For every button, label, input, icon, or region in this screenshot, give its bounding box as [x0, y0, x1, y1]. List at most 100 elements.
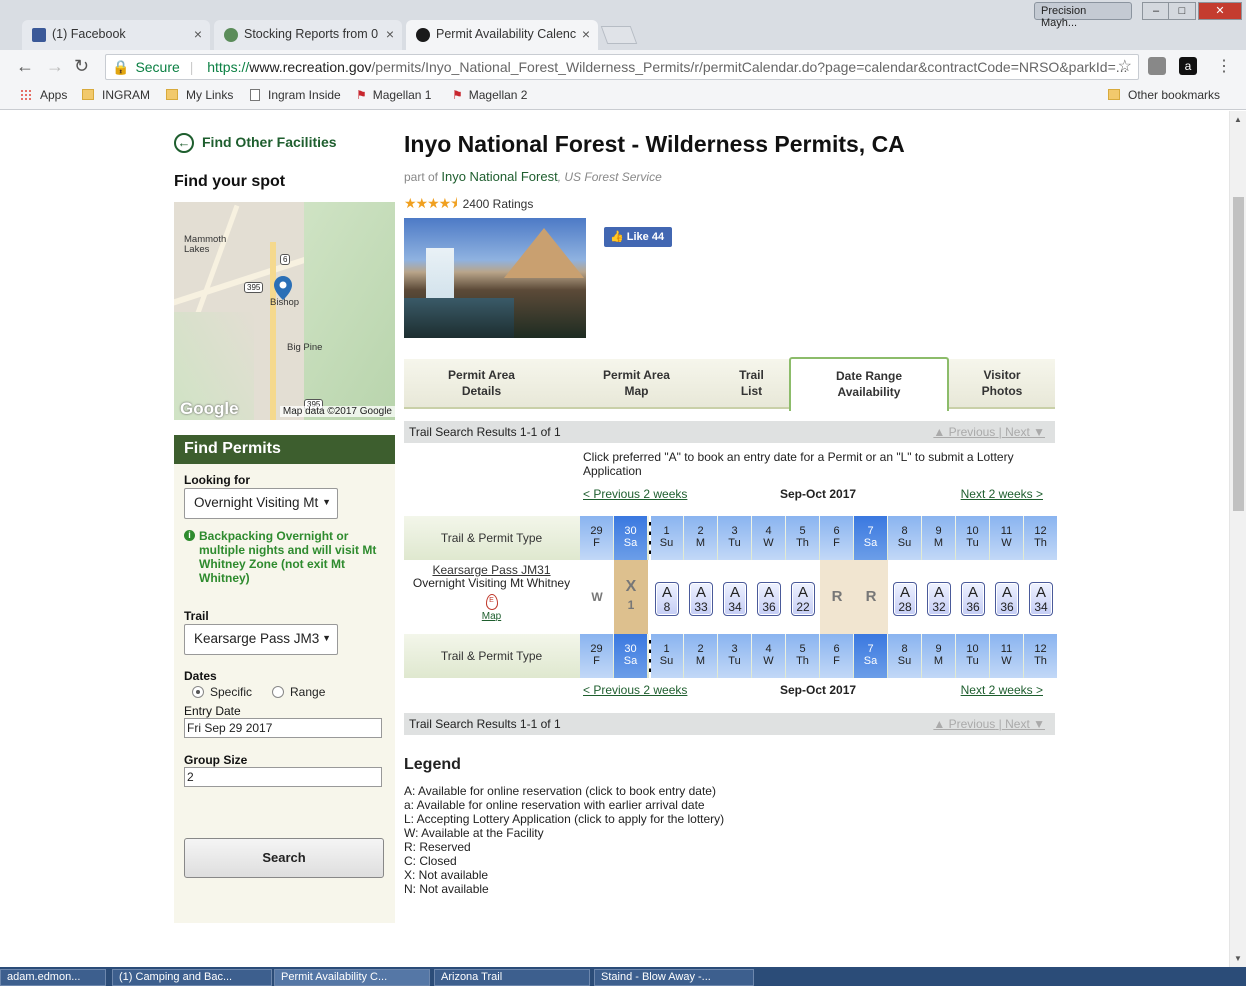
scroll-up-icon[interactable]: ▲ [1234, 115, 1242, 124]
availability-code: W [591, 590, 603, 604]
reload-icon[interactable]: ↻ [74, 56, 89, 77]
book-entry-button[interactable]: A 22 [791, 582, 815, 616]
new-tab-button[interactable] [600, 26, 638, 44]
group-size-label: Group Size [184, 753, 248, 767]
previous-2-weeks-link[interactable]: < Previous 2 weeks [583, 487, 687, 501]
next-2-weeks-link[interactable]: Next 2 weeks > [961, 487, 1043, 501]
trail-map-link[interactable]: Map [404, 610, 579, 623]
url-input[interactable]: 🔒 Secure | https://www.recreation.gov/per… [105, 54, 1139, 80]
date-header-cell: 29 F [580, 634, 613, 678]
next-link[interactable]: Next ▼ [1005, 717, 1045, 731]
book-entry-button[interactable]: A 36 [995, 582, 1019, 616]
window-close-button[interactable]: ✕ [1198, 2, 1242, 20]
find-spot-heading: Find your spot [174, 173, 286, 190]
map-label-big-pine: Big Pine [287, 342, 323, 353]
tab-permit-area-details[interactable]: Permit Area Details [404, 359, 559, 409]
amazon-icon[interactable]: a [1179, 57, 1197, 75]
maximize-button[interactable]: □ [1168, 2, 1196, 20]
magellan-icon: ⚑ [452, 88, 463, 102]
book-entry-button[interactable]: A 36 [757, 582, 781, 616]
date-header-cell: 3 Tu [718, 634, 751, 678]
tab-facebook[interactable]: (1) Facebook × [22, 20, 210, 50]
group-size-input[interactable]: 2 [184, 767, 382, 787]
date-header-cell: 7 Sa [854, 516, 887, 560]
tab-visitor-photos[interactable]: Visitor Photos [949, 359, 1055, 409]
tab-trail-list[interactable]: Trail List [714, 359, 789, 409]
trail-name-link[interactable]: Kearsarge Pass JM31 [432, 563, 550, 577]
book-entry-button[interactable]: A 28 [893, 582, 917, 616]
bookmark-ingram-inside[interactable]: Ingram Inside [250, 88, 341, 102]
previous-link[interactable]: ▲ Previous [933, 717, 995, 731]
book-entry-button[interactable]: A8 [655, 582, 679, 616]
previous-link[interactable]: ▲ Previous [933, 425, 995, 439]
permit-type: Overnight Visiting Mt Whitney [412, 576, 571, 590]
trail-select[interactable]: Kearsarge Pass JM3 ▼ [184, 624, 338, 655]
map-marker-icon[interactable]: E [485, 594, 498, 610]
radio-specific[interactable]: Specific [192, 685, 252, 699]
date-header-cell: 6F [820, 634, 853, 678]
date-header-cell: 11 W [990, 516, 1023, 560]
book-entry-button[interactable]: A 34 [1029, 582, 1053, 616]
find-other-facilities-link[interactable]: ← Find Other Facilities [174, 133, 337, 153]
rating-stars-icon: ★★★★⯨ [404, 195, 458, 211]
vertical-scrollbar[interactable]: ▲ ▼ [1229, 111, 1246, 967]
date-header-cell: 12 Th [1024, 516, 1057, 560]
map-attribution[interactable]: Map data ©2017 Google [279, 406, 395, 417]
tab-stocking-reports[interactable]: Stocking Reports from 0 × [214, 20, 402, 50]
forest-link[interactable]: Inyo National Forest [441, 169, 557, 184]
next-link[interactable]: Next ▼ [1005, 425, 1045, 439]
magellan-icon: ⚑ [356, 88, 367, 102]
book-entry-button[interactable]: A 36 [961, 582, 985, 616]
bookmark-ingram[interactable]: INGRAM [82, 88, 150, 102]
menu-icon[interactable]: ⋮ [1216, 56, 1232, 76]
location-map[interactable]: Mammoth Lakes Bishop Big Pine 6 395 395 … [174, 202, 395, 420]
book-entry-button[interactable]: A 33 [689, 582, 713, 616]
minimize-button[interactable]: – [1142, 2, 1170, 20]
bookmark-magellan-2[interactable]: ⚑ Magellan 2 [452, 88, 527, 102]
back-arrow-icon[interactable]: ← [16, 56, 34, 77]
date-header-cell: 10 Tu [956, 516, 989, 560]
next-2-weeks-link[interactable]: Next 2 weeks > [961, 683, 1043, 697]
forward-arrow-icon[interactable]: → [46, 56, 64, 77]
bookmark-magellan-1[interactable]: ⚑ Magellan 1 [356, 88, 431, 102]
book-entry-button[interactable]: A 34 [723, 582, 747, 616]
taskbar-item[interactable]: (1) Camping and Bac... [112, 969, 272, 986]
entry-date-input[interactable]: Fri Sep 29 2017 [184, 718, 382, 738]
scrollbar-thumb[interactable] [1233, 197, 1244, 511]
date-header-cell: 4W [752, 634, 785, 678]
close-icon[interactable]: × [582, 26, 590, 42]
close-icon[interactable]: × [386, 26, 394, 42]
tab-date-range-availability[interactable]: Date Range Availability [789, 357, 949, 411]
looking-for-select[interactable]: Overnight Visiting Mt ▼ [184, 488, 338, 519]
book-entry-button[interactable]: A 32 [927, 582, 951, 616]
taskbar-item[interactable]: Staind - Blow Away -... [594, 969, 754, 986]
dates-label: Dates [184, 669, 217, 683]
scroll-down-icon[interactable]: ▼ [1234, 954, 1242, 963]
radio-range[interactable]: Range [272, 685, 325, 699]
legend-item: L: Accepting Lottery Application (click … [404, 812, 725, 826]
thumbs-up-icon: 👍 [610, 231, 624, 243]
bookmark-star-icon[interactable]: ☆ [1118, 55, 1132, 79]
taskbar-item[interactable]: Arizona Trail [434, 969, 590, 986]
tab-permit-availability[interactable]: Permit Availability Calenc × [406, 20, 598, 50]
other-bookmarks[interactable]: Other bookmarks [1108, 88, 1220, 102]
today-divider [649, 634, 651, 678]
taskbar-item[interactable]: Permit Availability C... [274, 969, 430, 986]
extension-icon[interactable] [1148, 57, 1166, 75]
date-header-cell: 7 Sa [854, 634, 887, 678]
previous-2-weeks-link[interactable]: < Previous 2 weeks [583, 683, 687, 697]
bookmark-apps[interactable]: Apps [20, 88, 67, 102]
close-icon[interactable]: × [194, 26, 202, 42]
taskbar-item[interactable]: adam.edmon... [0, 969, 106, 986]
facebook-like-button[interactable]: 👍 Like 44 [604, 227, 672, 247]
page-title: Inyo National Forest - Wilderness Permit… [404, 131, 905, 157]
tab-permit-area-map[interactable]: Permit Area Map [559, 359, 714, 409]
permit-info-note: i Backpacking Overnight or multiple night… [184, 529, 384, 585]
search-button[interactable]: Search [184, 838, 384, 878]
facility-photo[interactable] [404, 218, 586, 338]
availability-code: R [831, 588, 843, 605]
profile-button[interactable]: Precision Mayh... [1034, 2, 1132, 29]
bookmarks-bar: Apps INGRAM My Links Ingram Inside ⚑ Mage… [0, 84, 1246, 110]
map-pin-icon[interactable] [274, 276, 292, 300]
bookmark-my-links[interactable]: My Links [166, 88, 233, 102]
